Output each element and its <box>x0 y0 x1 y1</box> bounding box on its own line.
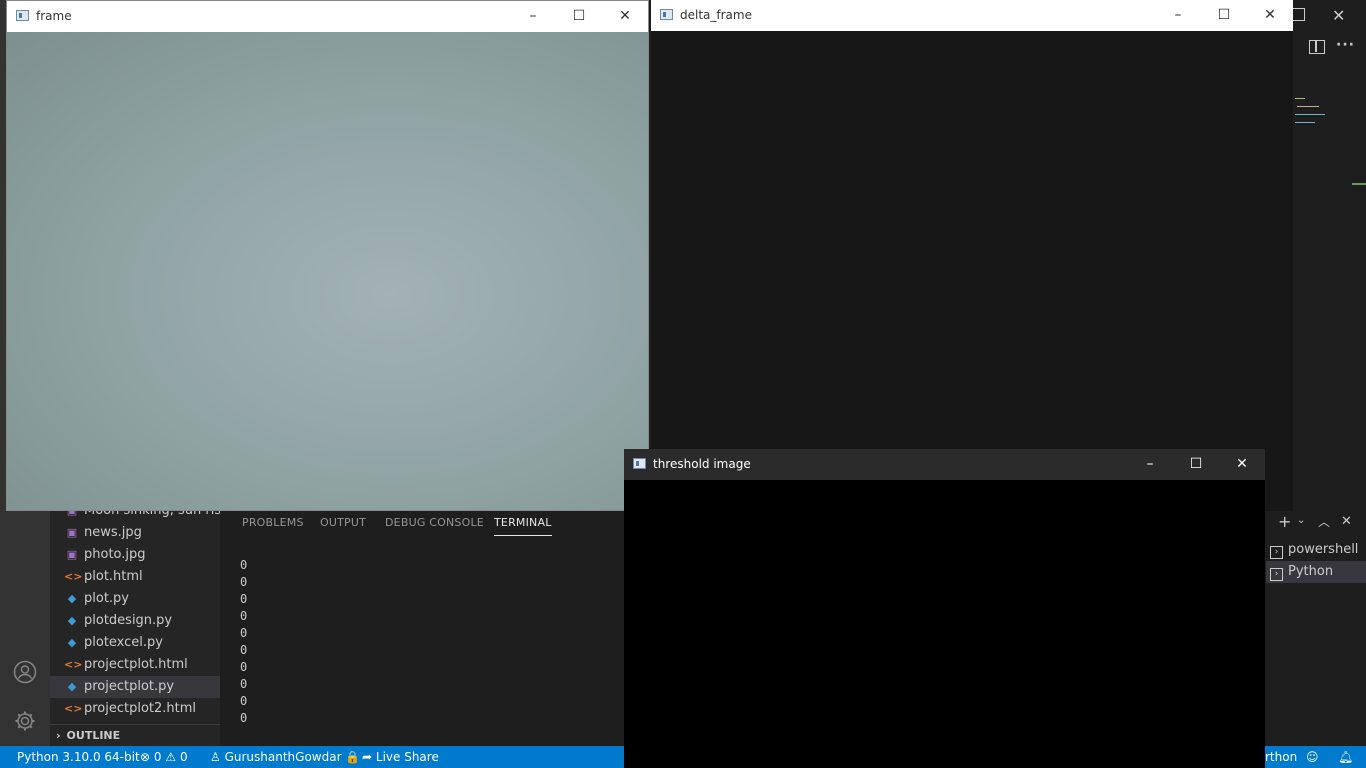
file-name: projectplot.py <box>84 679 175 694</box>
html-file-icon: <> <box>64 658 83 671</box>
minimize-icon[interactable]: – <box>1155 0 1201 31</box>
delta-frame-window-title: delta_frame <box>680 8 752 22</box>
close-icon[interactable]: ✕ <box>1247 0 1293 31</box>
minimize-icon[interactable]: – <box>1127 449 1173 480</box>
new-terminal-icon[interactable]: + <box>1278 512 1291 531</box>
threshold-window-title: threshold image <box>653 457 751 471</box>
window-app-icon <box>633 458 646 469</box>
settings-gear-icon[interactable] <box>13 709 37 733</box>
delta-frame-titlebar[interactable]: delta_frame – ☐ ✕ <box>651 0 1293 31</box>
threshold-window[interactable]: threshold image – ☐ ✕ <box>624 449 1265 768</box>
terminal-line: 0 <box>240 609 248 623</box>
python-file-icon: ◆ <box>67 592 77 605</box>
close-icon[interactable]: ✕ <box>1219 449 1265 480</box>
maximize-panel-icon[interactable]: ︿ <box>1318 513 1330 530</box>
threshold-view <box>624 480 1265 768</box>
terminal-line: 0 <box>240 626 248 640</box>
terminal-line: 0 <box>240 592 248 606</box>
file-item[interactable]: <> projectplot.html <box>50 654 220 676</box>
tab-problems[interactable]: PROBLEMS <box>242 516 304 529</box>
threshold-titlebar[interactable]: threshold image – ☐ ✕ <box>624 449 1265 480</box>
window-app-icon <box>16 10 29 21</box>
minimap-code-preview <box>1295 96 1335 128</box>
frame-window-title: frame <box>36 9 72 23</box>
terminal-icon: › <box>1270 568 1283 581</box>
tab-debug-console[interactable]: DEBUG CONSOLE <box>385 516 484 529</box>
file-item[interactable]: ▣ photo.jpg <box>50 544 220 566</box>
chevron-down-icon[interactable]: ⌄ <box>1297 515 1305 526</box>
file-name: plotdesign.py <box>84 613 173 628</box>
file-name: news.jpg <box>84 525 142 540</box>
window-app-icon <box>660 9 673 20</box>
file-name: projectplot.html <box>84 657 188 672</box>
image-file-icon: ▣ <box>66 526 78 539</box>
maximize-icon[interactable]: ☐ <box>556 1 602 32</box>
file-name: plotexcel.py <box>84 635 163 650</box>
close-icon[interactable]: ✕ <box>602 1 648 32</box>
person-icon: ♙ <box>210 750 221 764</box>
html-file-icon: <> <box>64 702 83 715</box>
python-interpreter[interactable]: Python 3.10.0 64-bit <box>17 746 140 768</box>
more-actions-icon[interactable]: ··· <box>1336 37 1355 53</box>
feedback-icon[interactable]: ☺ <box>1306 746 1319 768</box>
file-item[interactable]: ◆ plotdesign.py <box>50 610 220 632</box>
split-editor-icon[interactable] <box>1309 40 1325 54</box>
frame-window[interactable]: frame – ☐ ✕ <box>6 0 649 511</box>
git-user[interactable]: ♙ GurushanthGowdar 🔒 <box>210 746 360 768</box>
outline-label: OUTLINE <box>66 729 121 742</box>
delta-frame-view <box>651 31 1293 511</box>
python-file-icon: ◆ <box>67 614 77 627</box>
minimap <box>1292 62 1353 510</box>
terminal-list-item-python[interactable]: › Python <box>1266 561 1366 583</box>
file-name: plot.py <box>84 591 129 606</box>
terminal-line: 0 <box>240 677 248 691</box>
delta-frame-window[interactable]: delta_frame – ☐ ✕ <box>651 0 1293 511</box>
chevron-right-icon: › <box>56 729 61 742</box>
vscode-close-icon[interactable]: ✕ <box>1332 6 1345 25</box>
minimize-icon[interactable]: – <box>510 1 556 32</box>
python-file-icon: ◆ <box>67 636 77 649</box>
scrollbar-marker <box>1352 183 1366 185</box>
lock-icon: 🔒 <box>345 750 361 764</box>
file-item[interactable]: ◆ plotexcel.py <box>50 632 220 654</box>
tab-terminal[interactable]: TERMINAL <box>494 516 552 536</box>
terminal-line: 0 <box>240 660 248 674</box>
error-icon: ⊗ <box>140 750 151 764</box>
terminal-line: 0 <box>240 558 248 572</box>
accounts-icon[interactable] <box>13 660 37 684</box>
file-name: plot.html <box>84 569 143 584</box>
python-file-icon: ◆ <box>67 680 77 693</box>
frame-camera-view <box>7 32 648 510</box>
tab-output[interactable]: OUTPUT <box>320 516 366 529</box>
maximize-icon[interactable]: ☐ <box>1201 0 1247 31</box>
file-item[interactable]: ◆ projectplot.py <box>50 676 220 698</box>
html-file-icon: <> <box>64 570 83 583</box>
terminal-line: 0 <box>240 711 248 725</box>
notifications-bell-icon[interactable]: 🔔︎ <box>1338 746 1353 768</box>
terminal-line: 0 <box>240 575 248 589</box>
terminal-icon: › <box>1270 546 1283 559</box>
image-file-icon: ▣ <box>66 548 78 561</box>
file-item[interactable]: ▣ news.jpg <box>50 522 220 544</box>
close-panel-icon[interactable]: ✕ <box>1341 514 1352 529</box>
terminal-line: 0 <box>240 643 248 657</box>
frame-titlebar[interactable]: frame – ☐ ✕ <box>7 1 648 32</box>
warning-icon: ⚠ <box>165 750 177 764</box>
vscode-restore-icon[interactable] <box>1292 8 1305 21</box>
live-share[interactable]: ➦ Live Share <box>362 746 439 768</box>
file-item[interactable]: <> plot.html <box>50 566 220 588</box>
terminal-line: 0 <box>240 694 248 708</box>
file-item[interactable]: <> projectplot2.html <box>50 698 220 720</box>
file-name: photo.jpg <box>84 547 146 562</box>
file-name: projectplot2.html <box>84 701 197 716</box>
outline-section[interactable]: › OUTLINE <box>50 724 220 747</box>
terminal-list-item-powershell[interactable]: › powershell <box>1266 539 1366 561</box>
problems-indicator[interactable]: ⊗ 0 ⚠ 0 <box>140 746 188 768</box>
file-item[interactable]: ◆ plot.py <box>50 588 220 610</box>
maximize-icon[interactable]: ☐ <box>1173 449 1219 480</box>
language-mode[interactable]: rthon <box>1265 746 1297 768</box>
live-share-icon: ➦ <box>362 750 373 764</box>
